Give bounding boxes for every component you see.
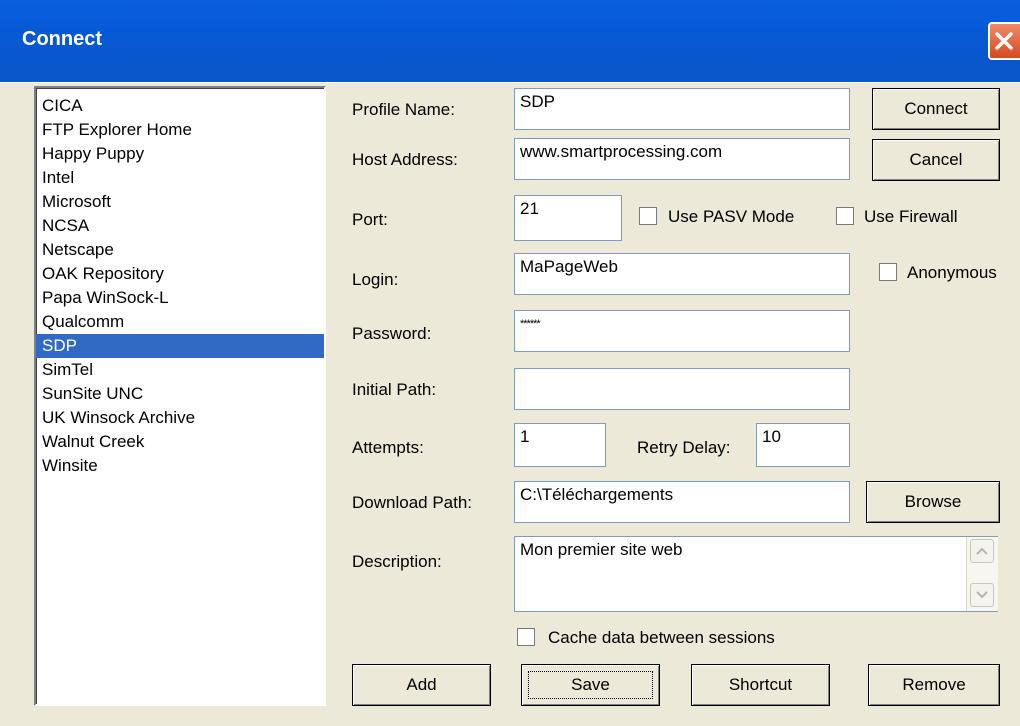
initial-path-label: Initial Path: [352,380,437,399]
password-input[interactable]: ****** [514,310,850,352]
download-path-label: Download Path: [352,493,473,512]
close-icon [995,32,1013,50]
cache-checkbox[interactable] [517,628,535,646]
scroll-up-arrow-icon [976,547,988,555]
list-item[interactable]: Netscape [36,238,324,262]
port-input[interactable]: 21 [514,195,622,241]
login-input[interactable]: MaPageWeb [514,253,850,295]
list-item[interactable]: Qualcomm [36,310,324,334]
list-item[interactable]: Happy Puppy [36,142,324,166]
attempts-label: Attempts: [352,438,424,457]
profile-name-input[interactable]: SDP [514,88,850,130]
password-label: Password: [352,324,432,343]
use-firewall-label: Use Firewall [864,207,958,226]
add-button[interactable]: Add [352,664,491,706]
host-address-label: Host Address: [352,150,458,169]
list-item[interactable]: Papa WinSock-L [36,286,324,310]
browse-button[interactable]: Browse [866,481,1000,523]
connect-button[interactable]: Connect [872,88,1000,130]
list-item[interactable]: CICA [36,94,324,118]
download-path-input[interactable]: C:\Téléchargements [514,481,850,523]
list-item[interactable]: SDP [36,334,324,358]
list-item[interactable]: FTP Explorer Home [36,118,324,142]
list-item[interactable]: Walnut Creek [36,430,324,454]
close-button[interactable] [988,22,1020,60]
list-item[interactable]: NCSA [36,214,324,238]
use-pasv-checkbox[interactable] [639,207,657,225]
retry-delay-label: Retry Delay: [637,438,731,457]
window-title: Connect [22,28,102,50]
scroll-up-button[interactable] [970,539,994,563]
list-item[interactable]: Winsite [36,454,324,478]
list-item[interactable]: OAK Repository [36,262,324,286]
profile-list[interactable]: CICA FTP Explorer Home Happy Puppy Intel Mic… [34,86,326,706]
scroll-down-button[interactable] [970,583,994,607]
cache-label: Cache data between sessions [548,628,775,647]
list-item[interactable]: Microsoft [36,190,324,214]
host-address-input[interactable]: www.smartprocessing.com [514,138,850,180]
attempts-input[interactable]: 1 [514,423,606,467]
port-label: Port: [352,210,388,229]
save-button[interactable]: Save [521,664,660,706]
profile-name-label: Profile Name: [352,100,455,119]
login-label: Login: [352,270,399,289]
list-item[interactable]: Intel [36,166,324,190]
shortcut-button[interactable]: Shortcut [691,664,830,706]
list-item[interactable]: UK Winsock Archive [36,406,324,430]
description-textarea[interactable]: Mon premier site web [514,536,998,612]
anonymous-checkbox[interactable] [879,263,897,281]
remove-button[interactable]: Remove [868,664,1000,706]
cancel-button[interactable]: Cancel [872,139,1000,181]
use-pasv-label: Use PASV Mode [668,207,795,226]
anonymous-label: Anonymous [907,263,997,282]
list-item[interactable]: SimTel [36,358,324,382]
title-bar: Connect [0,0,1020,82]
initial-path-input[interactable] [514,368,850,410]
retry-delay-input[interactable]: 10 [756,423,850,467]
use-firewall-checkbox[interactable] [836,207,854,225]
description-scrollbar[interactable] [966,537,998,611]
scroll-down-arrow-icon [976,591,988,599]
list-item[interactable]: SunSite UNC [36,382,324,406]
description-label: Description: [352,552,442,571]
